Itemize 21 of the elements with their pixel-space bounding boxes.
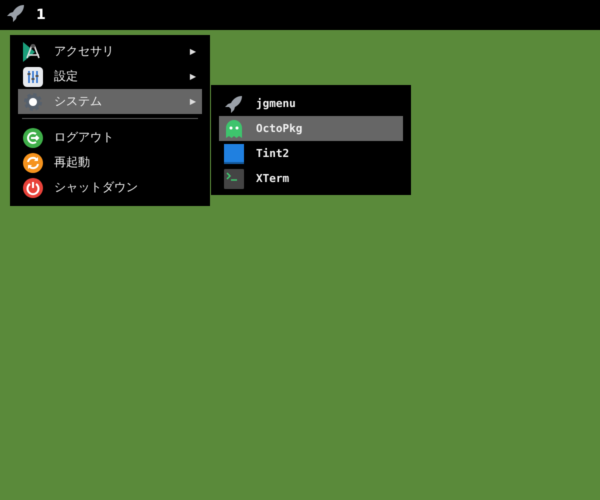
power-icon (23, 178, 43, 198)
menu-item[interactable]: ログアウト (18, 125, 202, 150)
rocket-icon[interactable] (6, 3, 26, 23)
rocket-icon (224, 94, 244, 114)
menu-item[interactable]: Tint2 (219, 141, 403, 166)
logout-icon (23, 128, 43, 148)
menu-item[interactable]: OctoPkg (219, 116, 403, 141)
menu-item[interactable]: 再起動 (18, 150, 202, 175)
refresh-icon (23, 152, 43, 172)
menu-item[interactable]: シャットダウン (18, 175, 202, 200)
window-icon (224, 144, 244, 164)
menu-item[interactable]: システム ▶ (18, 89, 202, 114)
menu-item[interactable]: アクセサリ ▶ (18, 39, 202, 64)
terminal-icon (224, 168, 244, 188)
workspace-number[interactable]: 1 (36, 7, 46, 23)
gear-icon (23, 92, 43, 112)
menu-item[interactable]: jgmenu (219, 91, 403, 116)
menu-item[interactable]: XTerm (219, 166, 403, 191)
sliders-icon (23, 66, 43, 86)
menu-item[interactable]: 設定 ▶ (18, 64, 202, 89)
ghost-icon (224, 118, 244, 138)
